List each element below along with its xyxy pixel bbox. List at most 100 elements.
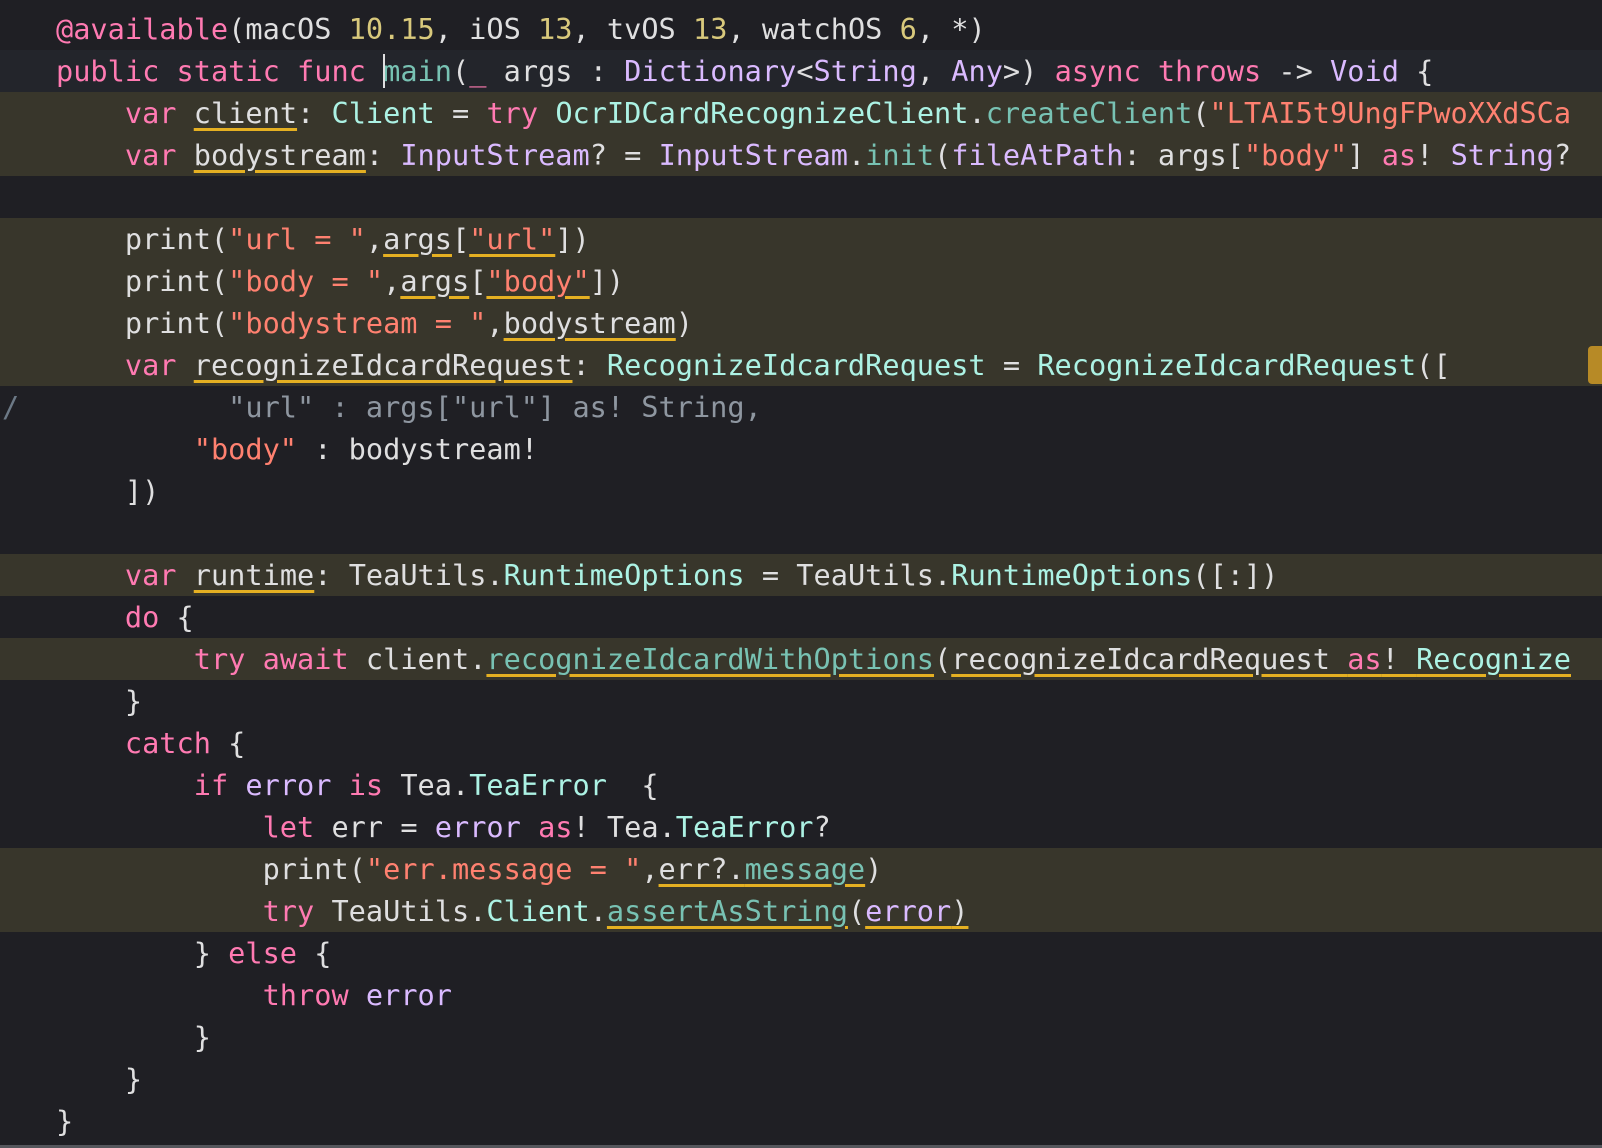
code-token: (macOS <box>228 12 349 46</box>
code-token: createClient <box>985 96 1193 130</box>
code-line[interactable]: } <box>0 1016 1602 1058</box>
warning-marker[interactable] <box>1588 346 1602 384</box>
code-token: ) <box>865 852 883 886</box>
line-code: ]) <box>56 470 159 512</box>
line-code: throw error <box>56 974 452 1016</box>
code-token: Dictionary <box>624 54 797 88</box>
code-token: client <box>193 96 298 130</box>
text-cursor <box>383 54 386 88</box>
code-token: bodystream <box>193 138 366 172</box>
code-token: ? <box>1553 138 1572 172</box>
code-token: recognizeIdcardRequest <box>193 348 573 382</box>
code-line-warning[interactable]: print("bodystream = ",bodystream) <box>0 302 1602 344</box>
code-token: RecognizeIdcardRequest <box>1037 348 1417 382</box>
code-line[interactable]: if error is Tea.TeaError { <box>0 764 1602 806</box>
code-token: if <box>193 768 246 802</box>
code-token: } <box>56 1104 74 1138</box>
code-token: "body" <box>486 264 590 298</box>
code-line-empty[interactable] <box>0 176 1602 218</box>
code-line-warning[interactable]: print("err.message = ",err?.message) <box>0 848 1602 890</box>
code-token: 13 <box>538 12 573 46</box>
code-line[interactable]: throw error <box>0 974 1602 1016</box>
line-code: try await client.recognizeIdcardWithOpti… <box>56 638 1571 680</box>
code-token: Client <box>331 96 435 130</box>
code-token: recognizeIdcardWithOptions <box>486 642 935 676</box>
code-line[interactable]: @available(macOS 10.15, iOS 13, tvOS 13,… <box>0 8 1602 50</box>
code-line[interactable]: } <box>0 680 1602 722</box>
code-token: as <box>538 810 573 844</box>
code-token: try <box>193 642 263 676</box>
code-token: ) <box>951 894 969 928</box>
code-token: { <box>159 600 194 634</box>
code-token: ( <box>451 54 470 88</box>
code-token: args <box>400 264 470 298</box>
code-line[interactable]: "body" : bodystream! <box>0 428 1602 470</box>
code-token: ( <box>934 642 952 676</box>
line-code: let err = error as! Tea.TeaError? <box>56 806 831 848</box>
line-code: print("url = ",args["url"]) <box>56 218 590 260</box>
code-token: Client <box>486 894 590 928</box>
code-token: . <box>589 894 607 928</box>
line-code: } <box>56 680 142 722</box>
code-line-comment[interactable]: / "url" : args["url"] as! String, <box>0 386 1602 428</box>
code-token: TeaError <box>675 810 814 844</box>
code-line-warning[interactable]: print("body = ",args["body"]) <box>0 260 1602 302</box>
code-token: error <box>865 894 952 928</box>
code-line[interactable]: } <box>0 1100 1602 1142</box>
code-token: error <box>245 768 332 802</box>
code-token: , tvOS <box>572 12 693 46</box>
code-line-warning[interactable]: var client: Client = try OcrIDCardRecogn… <box>0 92 1602 134</box>
code-token: "bodystream = " <box>228 306 487 340</box>
code-line-warning[interactable]: print("url = ",args["url"]) <box>0 218 1602 260</box>
code-line-warning[interactable]: var bodystream: InputStream? = InputStre… <box>0 134 1602 176</box>
code-line-warning[interactable]: var runtime: TeaUtils.RuntimeOptions = T… <box>0 554 1602 596</box>
code-token: error <box>434 810 521 844</box>
code-token: { <box>606 768 659 802</box>
code-token: message <box>744 852 866 886</box>
code-token: "url" : args["url"] as! String, <box>56 390 762 424</box>
code-token: 13 <box>693 12 728 46</box>
code-editor[interactable]: @available(macOS 10.15, iOS 13, tvOS 13,… <box>0 0 1602 1148</box>
code-token: ] <box>1347 138 1382 172</box>
code-token: ([:]) <box>1192 558 1279 592</box>
line-code: } <box>56 1100 73 1142</box>
code-token: err?. <box>658 852 745 886</box>
line-code: print("body = ",args["body"]) <box>56 260 624 302</box>
code-line-current[interactable]: public static func main(_ args : Diction… <box>0 50 1602 92</box>
code-line[interactable]: let err = error as! Tea.TeaError? <box>0 806 1602 848</box>
code-line-empty[interactable] <box>0 512 1602 554</box>
code-token: var <box>124 348 194 382</box>
code-line[interactable]: ]) <box>0 470 1602 512</box>
code-line[interactable]: } else { <box>0 932 1602 974</box>
line-code: print("bodystream = ",bodystream) <box>56 302 693 344</box>
code-line-warning[interactable]: var recognizeIdcardRequest: RecognizeIdc… <box>0 344 1602 386</box>
line-code: try TeaUtils.Client.assertAsString(error… <box>56 890 969 932</box>
code-token: "url = " <box>228 222 366 256</box>
code-token: client. <box>365 642 487 676</box>
code-line[interactable]: do { <box>0 596 1602 638</box>
code-line[interactable]: } <box>0 1058 1602 1100</box>
code-token: error <box>365 978 452 1012</box>
line-code: catch { <box>56 722 246 764</box>
code-token: Recognize <box>1416 642 1571 676</box>
code-token: var <box>124 138 194 172</box>
code-token: "url" <box>469 222 556 256</box>
code-token: , *) <box>916 12 986 46</box>
code-token: . <box>968 96 986 130</box>
code-token: ]) <box>56 474 160 508</box>
code-token: recognizeIdcardRequest <box>951 642 1348 676</box>
code-token: _ <box>469 54 487 88</box>
code-line[interactable]: catch { <box>0 722 1602 764</box>
line-code: var client: Client = try OcrIDCardRecogn… <box>56 92 1571 134</box>
code-token: } <box>56 684 143 718</box>
code-line-warning[interactable]: try await client.recognizeIdcardWithOpti… <box>0 638 1602 680</box>
code-token: else <box>228 936 298 970</box>
code-token: ! Tea. <box>572 810 676 844</box>
code-line-warning[interactable]: try TeaUtils.Client.assertAsString(error… <box>0 890 1602 932</box>
